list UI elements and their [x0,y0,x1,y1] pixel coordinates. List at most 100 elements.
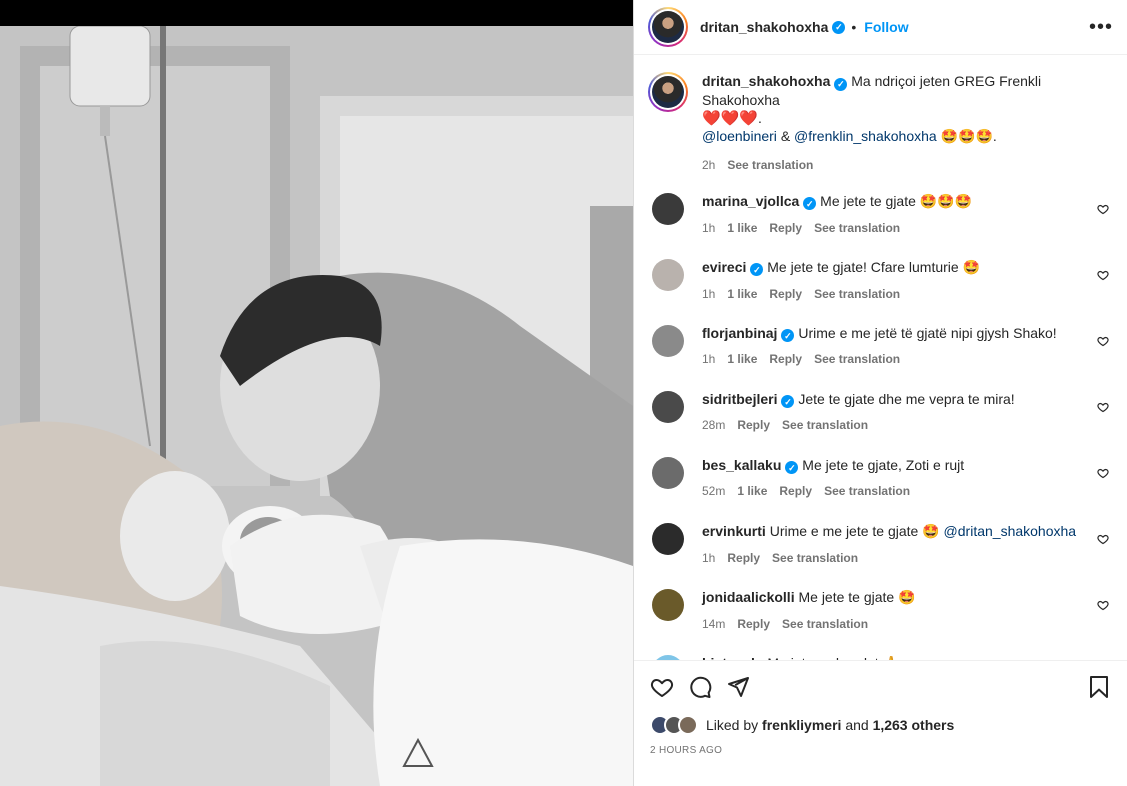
comments-container: marina_vjollca ✓ Me jete te gjate 🤩🤩🤩 1h 1 … [648,191,1113,660]
comment-icon[interactable] [688,675,712,699]
comment-username[interactable]: ervinkurti [702,523,766,539]
author-username[interactable]: dritan_shakohoxha [700,19,828,35]
comment-text: Me jete te gjate [820,192,916,209]
comment-meta: 1h Reply See translation [702,549,1113,567]
comment-username[interactable]: florjanbinaj [702,325,777,341]
caption-hearts: ❤️❤️❤️ [702,108,759,127]
post-panel: dritan_shakohoxha ✓ • Follow ••• dritan_… [633,0,1127,786]
caption-username[interactable]: dritan_shakohoxha [702,73,830,89]
avatar[interactable] [652,258,684,291]
see-translation-link[interactable]: See translation [814,352,900,366]
share-icon[interactable] [726,675,750,699]
see-translation-link[interactable]: See translation [782,617,868,631]
comment-meta: 28m Reply See translation [702,416,1113,434]
comment-mention[interactable]: @dritan_shakohoxha [944,523,1077,539]
comment-time: 1h [702,220,716,235]
post-media [0,0,633,786]
comment-username[interactable]: marina_vjollca [702,193,799,209]
comment-row: bietasulo Me jete e shendet 🙏 [648,653,1113,660]
caption-author-avatar[interactable] [648,72,688,112]
avatar [652,76,684,108]
reply-button[interactable]: Reply [779,484,812,498]
avatar[interactable] [652,522,684,555]
heart-icon[interactable] [650,675,674,699]
avatar[interactable] [652,588,684,621]
post-caption: dritan_shakohoxha ✓ Ma ndriçoi jeten GREG… [648,72,1113,174]
comment-time: 1h [702,352,716,366]
comment-likes[interactable]: 1 like [727,221,757,235]
comment-like-heart-icon[interactable] [1097,599,1109,611]
comment-likes[interactable]: 1 like [737,484,767,498]
liked-by-others[interactable]: 1,263 others [873,717,955,733]
liked-by-avatars [650,715,698,735]
comment-emoji: 🤩 [962,259,981,276]
follow-button[interactable]: Follow [864,19,908,35]
comment-like-heart-icon[interactable] [1097,335,1109,347]
reply-button[interactable]: Reply [737,418,770,432]
caption-period: . [758,109,762,126]
caption-meta: 2h See translation [702,156,1113,174]
caption-emojis: 🤩🤩🤩 [940,128,993,145]
comment-row: bes_kallaku ✓ Me jete te gjate, Zoti e ru… [648,455,1113,521]
caption-mention-2[interactable]: @frenklin_shakohoxha [794,128,937,144]
comment-text: Me jete te gjate! Cfare lumturie [767,258,959,275]
separator-dot: • [851,19,857,35]
comment-body: florjanbinaj ✓ Urime e me jetë të gjatë n… [702,323,1113,389]
see-translation-link[interactable]: See translation [824,484,910,498]
comment-text: Urime e me jete te gjate [769,522,919,539]
more-options-icon[interactable]: ••• [1089,16,1113,39]
comment-body: jonidaalickolli Me jete te gjate 🤩 14m Rep… [702,587,1113,653]
see-translation-link[interactable]: See translation [727,158,813,172]
comment-likes[interactable]: 1 like [727,352,757,366]
comment-meta: 1h 1 like Reply See translation [702,350,1113,368]
comment-emoji: 🤩🤩🤩 [919,193,973,210]
see-translation-link[interactable]: See translation [782,418,868,432]
comment-text: Jete te gjate dhe me vepra te mira! [798,390,1015,407]
comments-list[interactable]: dritan_shakohoxha ✓ Ma ndriçoi jeten GREG… [634,56,1127,660]
comment-like-heart-icon[interactable] [1097,467,1109,479]
reply-button[interactable]: Reply [769,352,802,366]
verified-badge-icon: ✓ [834,77,848,91]
reply-button[interactable]: Reply [769,221,802,235]
bookmark-icon[interactable] [1087,675,1111,699]
post-header: dritan_shakohoxha ✓ • Follow ••• [634,0,1127,55]
comment-body: bes_kallaku ✓ Me jete te gjate, Zoti e ru… [702,455,1113,521]
comment-like-heart-icon[interactable] [1097,269,1109,281]
verified-badge-icon: ✓ [750,263,764,276]
see-translation-link[interactable]: See translation [772,551,858,565]
liked-by-user[interactable]: frenkliymeri [762,717,841,733]
comment-likes[interactable]: 1 like [727,287,757,301]
comment-username[interactable]: evireci [702,259,746,275]
post-timestamp: 2 HOURS AGO [650,745,723,756]
avatar[interactable] [652,456,684,489]
comment-username[interactable]: sidritbejleri [702,391,777,407]
verified-badge-icon: ✓ [781,395,795,408]
avatar [652,11,684,43]
reply-button[interactable]: Reply [737,617,770,631]
caption-mention-1[interactable]: @loenbineri [702,128,777,144]
see-translation-link[interactable]: See translation [814,221,900,235]
comment-emoji: 🤩 [898,589,916,606]
comment-like-heart-icon[interactable] [1097,533,1109,545]
comment-time: 1h [702,286,716,301]
reply-button[interactable]: Reply [769,287,802,301]
see-translation-link[interactable]: See translation [814,287,900,301]
comment-text: Urime e me jetë të gjatë nipi gjysh Shak… [798,324,1057,341]
avatar[interactable] [652,390,684,423]
comment-username[interactable]: jonidaalickolli [702,589,795,605]
comment-like-heart-icon[interactable] [1097,401,1109,413]
author-avatar[interactable] [648,7,688,47]
reply-button[interactable]: Reply [727,551,760,565]
caption-period-2: . [992,127,997,144]
avatar[interactable] [652,192,684,225]
post-actions: Liked by frenkliymeri and 1,263 others 2… [634,660,1127,786]
comment-meta: 14m Reply See translation [702,615,1113,633]
comment-body: ervinkurti Urime e me jete te gjate 🤩 @d… [702,521,1113,587]
comment-time: 14m [702,616,726,631]
avatar[interactable] [652,324,684,357]
comment-like-heart-icon[interactable] [1097,203,1109,215]
post-photo[interactable] [0,26,633,786]
comment-username[interactable]: bes_kallaku [702,457,781,473]
comment-text: Me jete te gjate, Zoti e rujt [802,456,965,473]
comment-meta: 1h 1 like Reply See translation [702,219,1113,237]
